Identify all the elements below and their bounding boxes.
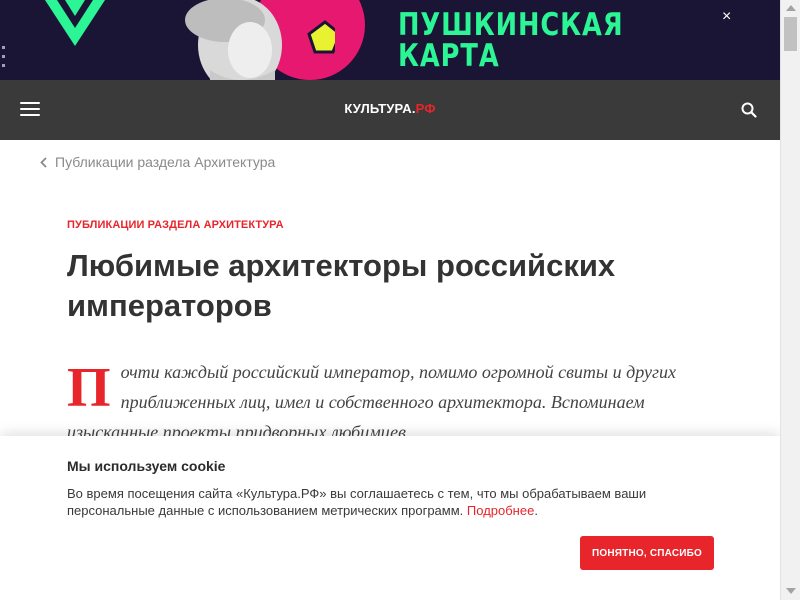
pushkin-bust-image [185,0,335,80]
site-header: КУЛЬТУРА.РФ [0,80,780,140]
banner-headline-line2: КАРТА [398,38,500,74]
cookie-link-suffix: . [534,503,538,518]
left-edge-marker [0,42,8,74]
promo-banner[interactable]: ПУШКИНСКАЯ КАРТА × [0,0,780,80]
site-logo[interactable]: КУЛЬТУРА.РФ [0,101,780,116]
logo-main-text: КУЛЬТУРА. [344,101,416,116]
chevron-left-icon [40,156,47,168]
breadcrumb[interactable]: Публикации раздела Архитектура [40,154,275,170]
green-triangle-logo-icon [45,0,105,46]
cookie-accept-button[interactable]: ПОНЯТНО, СПАСИБО [580,536,714,570]
cookie-title: Мы используем cookie [67,458,226,474]
search-icon[interactable] [741,102,757,118]
logo-accent-text: РФ [415,101,436,116]
page-scrollbar[interactable] [780,0,800,600]
scroll-up-arrow-icon[interactable] [786,5,796,11]
banner-headline-line1: ПУШКИНСКАЯ [398,7,624,43]
cookie-consent-panel: Мы используем cookie Во время посещения … [0,436,780,600]
breadcrumb-label: Публикации раздела Архитектура [55,154,276,170]
cookie-text: Во время посещения сайта «Культура.РФ» в… [67,485,687,519]
scrollbar-thumb[interactable] [784,17,797,51]
close-banner-icon[interactable]: × [722,9,731,25]
article-lead: П очти каждый российский император, поми… [67,357,717,447]
article-title: Любимые архитекторы российских император… [67,248,616,323]
cookie-more-link[interactable]: Подробнее [467,503,534,518]
scroll-down-arrow-icon[interactable] [786,588,796,594]
article-rubric-link[interactable]: ПУБЛИКАЦИИ РАЗДЕЛА АРХИТЕКТУРА [67,219,284,231]
drop-cap: П [67,357,111,419]
article-lead-text: очти каждый российский император, помимо… [67,362,676,442]
cookie-body-text: Во время посещения сайта «Культура.РФ» в… [67,486,647,518]
